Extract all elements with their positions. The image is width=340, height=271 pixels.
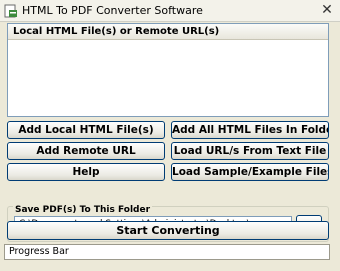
list-column-header: Local HTML File(s) or Remote URL(s)	[8, 24, 328, 40]
help-button[interactable]: Help	[7, 163, 165, 181]
add-local-html-button[interactable]: Add Local HTML File(s)	[7, 121, 165, 139]
add-all-html-in-folder-button[interactable]: Add All HTML Files In Folder	[171, 121, 329, 139]
window-title: HTML To PDF Converter Software	[22, 4, 203, 17]
start-converting-button[interactable]: Start Converting	[7, 221, 329, 240]
progress-bar: Progress Bar	[4, 244, 330, 260]
save-folder-label: Save PDF(s) To This Folder	[13, 205, 153, 215]
add-remote-url-button[interactable]: Add Remote URL	[7, 142, 165, 160]
app-icon	[4, 4, 17, 18]
file-list[interactable]: Local HTML File(s) or Remote URL(s)	[7, 23, 329, 117]
title-bar: HTML To PDF Converter Software ✕	[0, 0, 340, 22]
close-icon[interactable]: ✕	[318, 2, 336, 19]
load-sample-files-button[interactable]: Load Sample/Example Files	[171, 163, 329, 181]
load-urls-from-text-file-button[interactable]: Load URL/s From Text File	[171, 142, 329, 160]
